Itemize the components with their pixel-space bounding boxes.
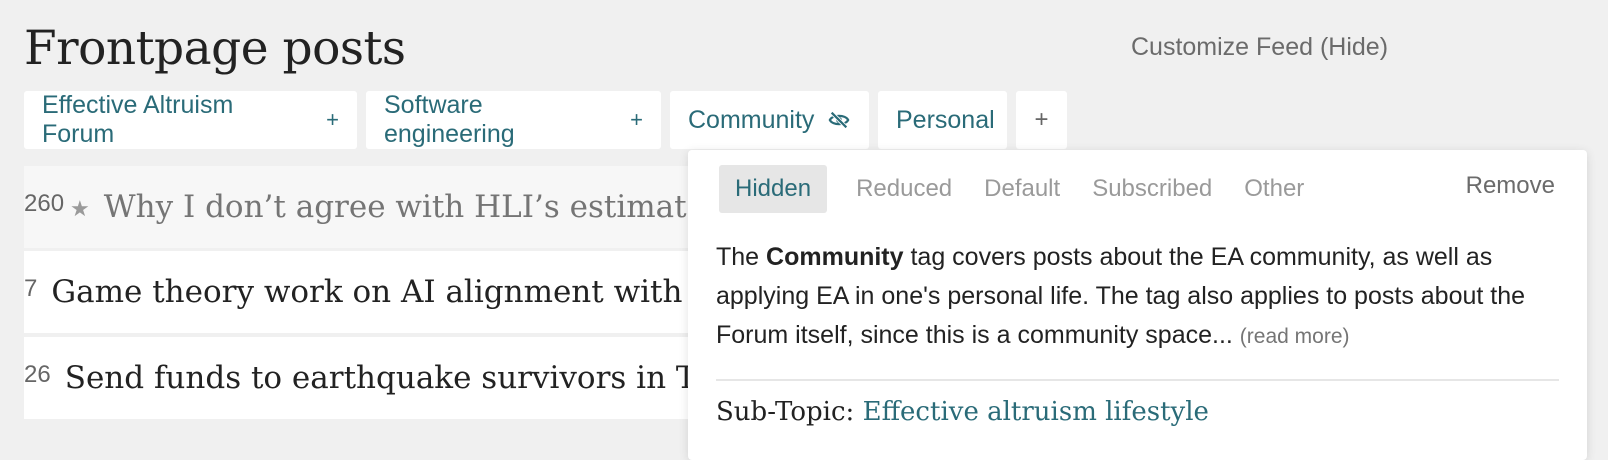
subtopic-label: Sub-Topic:: [716, 397, 863, 427]
page-title: Frontpage posts: [24, 21, 406, 76]
star-icon: ★: [70, 196, 90, 221]
filter-reduced[interactable]: Reduced: [840, 165, 968, 213]
tag-label: Software engineering: [384, 91, 515, 148]
subtopic-link[interactable]: Effective altruism lifestyle: [863, 397, 1209, 427]
filter-subscribed[interactable]: Subscribed: [1076, 165, 1228, 213]
tag-chip-software-engineering[interactable]: Software engineering +: [366, 91, 661, 149]
post-row[interactable]: 260 ★ Why I don’t agree with HLI’s estim…: [24, 166, 744, 248]
filter-hidden[interactable]: Hidden: [719, 165, 828, 213]
filter-default[interactable]: Default: [968, 165, 1076, 213]
post-title[interactable]: Why I don’t agree with HLI’s estimate of…: [104, 189, 744, 225]
customize-feed-button[interactable]: Customize Feed (Hide): [1131, 33, 1388, 62]
plus-icon: +: [1034, 106, 1049, 133]
tag-label: Personal: [896, 105, 995, 134]
post-karma: 260: [24, 190, 65, 217]
filter-other[interactable]: Other: [1228, 165, 1320, 213]
plus-icon: +: [630, 107, 643, 132]
tag-description: The Community tag covers posts about the…: [716, 238, 1556, 356]
tag-label: Community: [688, 105, 815, 134]
tag-chip-personal[interactable]: Personal: [878, 91, 1007, 149]
desc-tag-name: Community: [766, 243, 904, 271]
post-row[interactable]: 7 Game theory work on AI alignment with …: [24, 251, 744, 333]
read-more-link[interactable]: (read more): [1240, 325, 1350, 348]
divider: [716, 379, 1559, 381]
desc-prefix: The: [716, 243, 767, 271]
eye-slash-icon: [828, 109, 850, 131]
post-title[interactable]: Send funds to earthquake survivors in Tu…: [65, 360, 744, 396]
subtopic: Sub-Topic: Effective altruism lifestyle: [716, 397, 1209, 427]
post-karma: 26: [24, 361, 51, 388]
post-karma: 7: [24, 275, 38, 302]
plus-icon: +: [326, 107, 339, 132]
remove-tag-button[interactable]: Remove: [1466, 172, 1555, 200]
tag-label: Effective Altruism Forum: [42, 91, 234, 148]
tag-chip-community[interactable]: Community: [670, 91, 869, 149]
tag-filter-popover: Hidden Reduced Default Subscribed Other …: [688, 150, 1587, 460]
tag-chip-effective-altruism-forum[interactable]: Effective Altruism Forum +: [24, 91, 357, 149]
filter-mode-tabs: Hidden Reduced Default Subscribed Other: [719, 165, 1320, 213]
post-row[interactable]: 26 Send funds to earthquake survivors in…: [24, 337, 744, 419]
post-title[interactable]: Game theory work on AI alignment with di…: [51, 274, 744, 310]
add-tag-button[interactable]: +: [1016, 91, 1067, 149]
